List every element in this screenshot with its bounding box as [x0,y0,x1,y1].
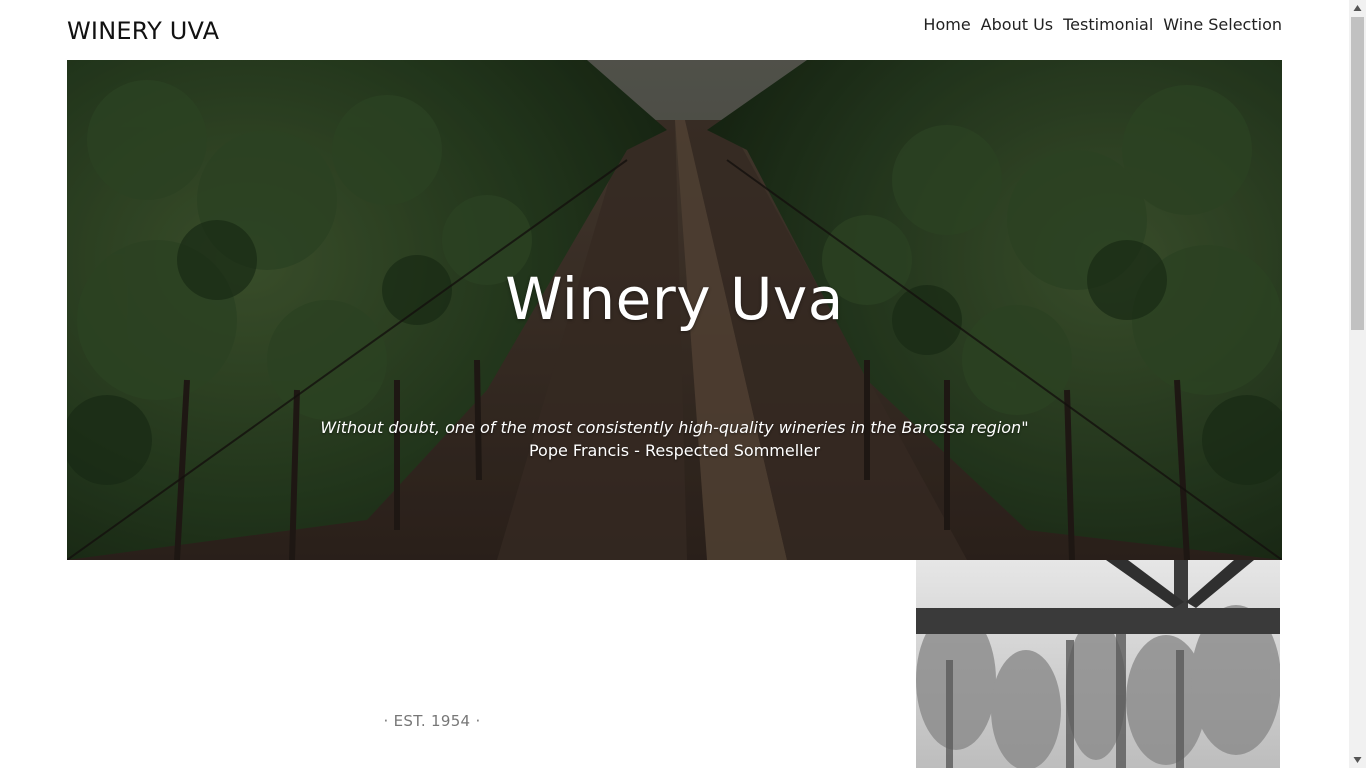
nav-about-us[interactable]: About Us [981,15,1053,34]
triangle-up-icon[interactable] [1349,0,1366,17]
nav-home[interactable]: Home [923,15,970,34]
nav-testimonial[interactable]: Testimonial [1063,15,1153,34]
hero-title: Winery Uva [505,265,844,333]
established-label: · EST. 1954 · [383,712,481,730]
page-scrollbar[interactable] [1349,0,1366,768]
testimonial-author: Pope Francis - Respected Sommeller [528,441,821,460]
hero-banner: Winery Uva Without doubt, one of the mos… [67,60,1282,560]
winery-photo [916,560,1280,768]
brand-logo[interactable]: WINERY UVA [67,17,219,45]
nav-wine-selection[interactable]: Wine Selection [1163,15,1282,34]
site-header: WINERY UVA Home About Us Testimonial Win… [67,0,1282,60]
triangle-down-icon[interactable] [1349,751,1366,768]
about-section: · EST. 1954 · [67,560,916,768]
black-white-pergola-image [916,560,1280,768]
scrollbar-thumb[interactable] [1351,17,1364,330]
main-nav: Home About Us Testimonial Wine Selection [923,15,1282,34]
testimonial-quote: Without doubt, one of the most consisten… [320,418,1029,437]
